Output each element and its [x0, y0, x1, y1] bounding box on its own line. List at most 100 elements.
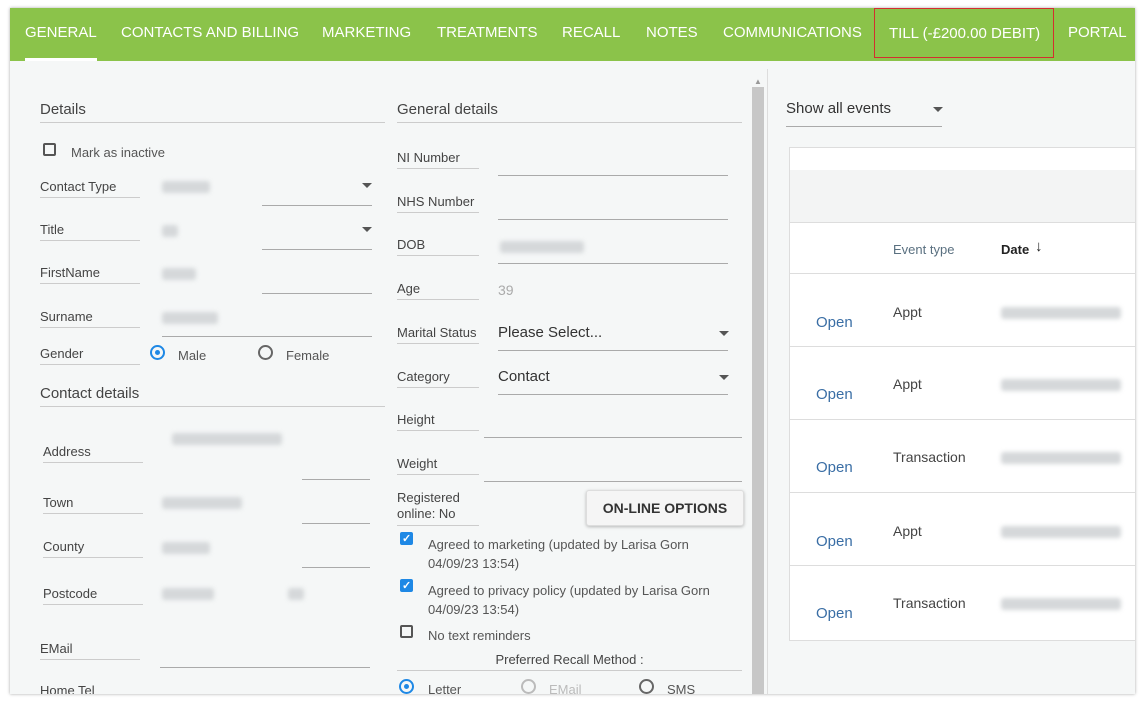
tab-marketing[interactable]: MARKETING: [322, 8, 411, 61]
col-event-type-header[interactable]: Event type: [893, 242, 954, 257]
gender-female-label: Female: [286, 348, 330, 363]
contact-type-value: [162, 181, 210, 193]
scroll-up-arrow-icon[interactable]: ▲: [752, 77, 764, 87]
gender-female-radio[interactable]: [258, 345, 273, 360]
town-label: Town: [43, 495, 143, 514]
title-label: Title: [40, 222, 140, 241]
tab-bar: GENERAL CONTACTS AND BILLING MARKETING T…: [10, 8, 1135, 61]
open-event-link[interactable]: Open: [816, 533, 853, 550]
privacy-checkbox[interactable]: ✓: [400, 579, 413, 592]
surname-input[interactable]: [162, 312, 372, 337]
privacy-consent-line2: 04/09/23 13:54): [428, 602, 520, 617]
marketing-checkbox[interactable]: ✓: [400, 532, 413, 545]
ni-number-input[interactable]: [498, 151, 728, 176]
form-scrollbar[interactable]: [752, 87, 764, 694]
gender-male-radio[interactable]: [150, 345, 165, 360]
address-value: [172, 433, 282, 445]
online-options-button[interactable]: ON-LINE OPTIONS: [586, 490, 744, 526]
no-text-reminders-checkbox[interactable]: [400, 625, 413, 638]
open-event-link[interactable]: Open: [816, 459, 853, 476]
dob-label: DOB: [397, 237, 479, 256]
height-input[interactable]: [484, 413, 742, 438]
county-input[interactable]: [302, 543, 370, 568]
home-tel-label: Home Tel: [40, 683, 140, 694]
weight-input[interactable]: [484, 457, 742, 482]
mark-inactive-checkbox[interactable]: [43, 143, 56, 156]
open-event-link[interactable]: Open: [816, 386, 853, 403]
postcode-lookup-icon[interactable]: [288, 588, 304, 600]
tab-treatments[interactable]: TREATMENTS: [437, 8, 538, 61]
recall-sms-label: SMS: [667, 682, 696, 694]
tab-recall[interactable]: RECALL: [562, 8, 620, 61]
col-date-header[interactable]: Date: [1001, 242, 1029, 257]
address-input[interactable]: [302, 455, 370, 480]
no-text-reminders-label: No text reminders: [428, 628, 531, 643]
town-input[interactable]: [302, 499, 370, 524]
nhs-number-input[interactable]: [498, 195, 728, 220]
weight-label: Weight: [397, 456, 479, 475]
privacy-consent-text: Agreed to privacy policy (updated by Lar…: [428, 581, 710, 619]
recall-letter-radio[interactable]: [399, 679, 414, 694]
contact-details-section-title: Contact details: [40, 385, 385, 407]
table-header-row: Event type Date ↓: [790, 222, 1135, 274]
table-toolbar: [790, 170, 1135, 222]
postcode-label: Postcode: [43, 586, 143, 605]
registered-label-line2: online: No: [397, 506, 456, 521]
recall-email-radio[interactable]: [521, 679, 536, 694]
event-type-cell: Appt: [893, 523, 922, 539]
events-table: Event type Date ↓ Open Appt Open Appt Op…: [789, 147, 1135, 641]
height-label: Height: [397, 412, 479, 431]
contact-type-label: Contact Type: [40, 179, 140, 198]
event-date-cell: [1001, 598, 1121, 610]
sort-down-arrow-icon[interactable]: ↓: [1035, 238, 1043, 255]
contact-type-select[interactable]: [262, 181, 372, 206]
email-label: EMail: [40, 641, 140, 660]
chevron-down-icon: [719, 331, 729, 336]
tab-general[interactable]: GENERAL: [25, 8, 97, 61]
event-type-cell: Transaction: [893, 449, 966, 465]
category-select[interactable]: [498, 370, 728, 395]
event-date-cell: [1001, 379, 1121, 391]
gender-male-label: Male: [178, 348, 207, 363]
privacy-consent-line1: Agreed to privacy policy (updated by Lar…: [428, 583, 710, 598]
firstname-input[interactable]: [262, 269, 372, 294]
recall-email-label: EMail: [549, 682, 582, 694]
surname-label: Surname: [40, 309, 140, 328]
marketing-consent-line1: Agreed to marketing (updated by Larisa G…: [428, 537, 689, 552]
table-row[interactable]: Open Transaction: [790, 419, 1135, 493]
title-value: [162, 225, 178, 237]
county-label: County: [43, 539, 143, 558]
table-row[interactable]: Open Appt: [790, 346, 1135, 420]
open-event-link[interactable]: Open: [816, 314, 853, 331]
county-value: [162, 542, 210, 554]
tab-portal[interactable]: PORTAL: [1068, 8, 1127, 61]
events-filter-select[interactable]: [786, 102, 942, 127]
tab-contacts-and-billing[interactable]: CONTACTS AND BILLING: [121, 8, 299, 61]
gender-label: Gender: [40, 346, 140, 365]
event-date-cell: [1001, 452, 1121, 464]
chevron-down-icon: [362, 183, 372, 188]
table-row[interactable]: Open Transaction: [790, 565, 1135, 639]
postcode-value: [162, 588, 214, 600]
recall-letter-label: Letter: [428, 682, 462, 694]
event-type-cell: Transaction: [893, 595, 966, 611]
open-event-link[interactable]: Open: [816, 605, 853, 622]
table-row[interactable]: Open Appt: [790, 492, 1135, 566]
age-value: 39: [498, 282, 514, 298]
marketing-consent-line2: 04/09/23 13:54): [428, 556, 520, 571]
table-row[interactable]: Open Appt: [790, 273, 1135, 347]
dob-input[interactable]: [498, 239, 728, 264]
tab-till[interactable]: TILL (-£200.00 DEBIT): [874, 8, 1054, 58]
marital-status-select[interactable]: [498, 326, 728, 351]
details-section-title: Details: [40, 101, 385, 123]
tab-communications[interactable]: COMMUNICATIONS: [723, 8, 862, 61]
email-input[interactable]: [160, 643, 370, 668]
general-details-section-title: General details: [397, 101, 742, 123]
form-panel: Details Mark as inactive Contact Type Ti…: [12, 69, 768, 694]
recall-sms-radio[interactable]: [639, 679, 654, 694]
recall-method-label: Preferred Recall Method :: [397, 652, 742, 671]
tab-notes[interactable]: NOTES: [646, 8, 698, 61]
category-label: Category: [397, 369, 479, 388]
title-select[interactable]: [262, 225, 372, 250]
event-date-cell: [1001, 526, 1121, 538]
